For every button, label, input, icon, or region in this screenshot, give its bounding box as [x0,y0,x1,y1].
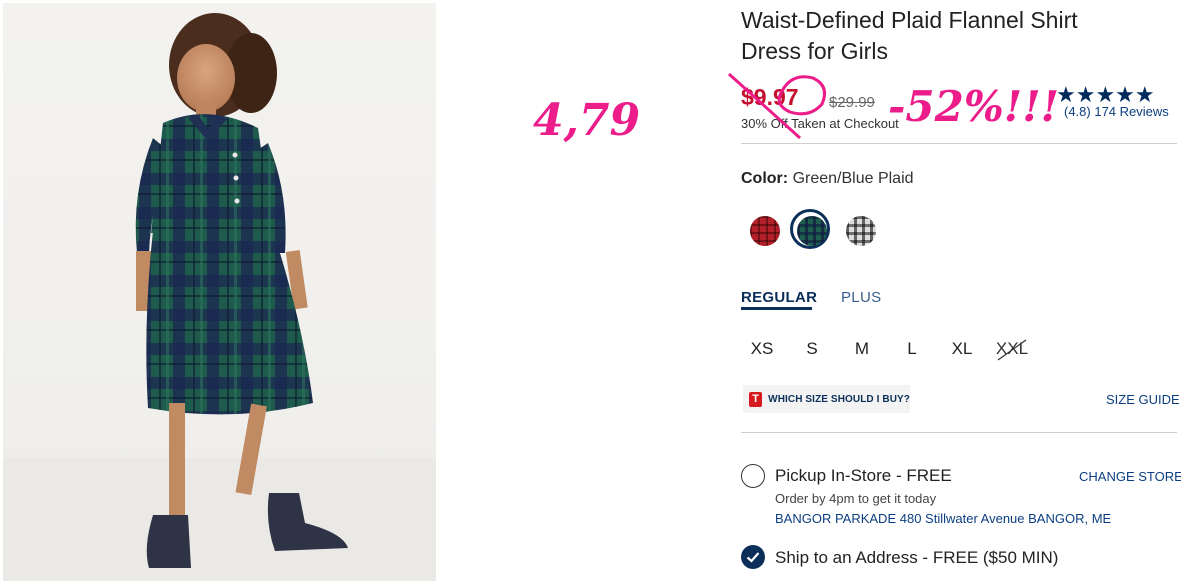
tab-plus[interactable]: PLUS [841,289,881,306]
sale-price: $9.97 [741,84,799,110]
annotation-price: 4,79 [533,95,641,146]
pickup-order-by: Order by 4pm to get it today [775,491,937,506]
pickup-radio[interactable] [741,464,765,488]
store-address-link[interactable]: BANGOR PARKADE 480 Stillwater Avenue BAN… [775,511,1111,526]
change-store-link[interactable]: CHANGE STORE [1079,469,1181,484]
swatch-red-plaid[interactable] [750,216,780,246]
product-title-line1: Waist-Defined Plaid Flannel Shirt [741,7,1078,33]
tab-active-underline [741,307,812,310]
product-image [3,3,436,581]
divider [741,432,1177,433]
size-l[interactable]: L [892,339,932,359]
swatch-green-blue-plaid[interactable] [797,216,827,246]
size-help-logo-icon: T [749,391,763,407]
tab-regular[interactable]: REGULAR [741,289,817,306]
size-s[interactable]: S [792,339,832,359]
color-label-row: Color: Green/Blue Plaid [741,170,914,188]
color-value: Green/Blue Plaid [792,170,914,187]
size-help-button[interactable]: T WHICH SIZE SHOULD I BUY? [743,385,910,413]
product-title: Waist-Defined Plaid Flannel Shirt Dress … [741,5,1161,67]
reviews-link[interactable]: (4.8) 174 Reviews [1064,104,1169,119]
checkout-discount-note: 30% Off Taken at Checkout [741,116,899,131]
pickup-label[interactable]: Pickup In-Store - FREE [775,466,952,486]
size-help-label: WHICH SIZE SHOULD I BUY? [768,393,910,405]
ship-label[interactable]: Ship to an Address - FREE ($50 MIN) [775,548,1058,568]
rating-stars-icon[interactable]: ★★★★★ [1056,84,1155,106]
annotation-discount: -52%!!! [888,82,1060,131]
color-label: Color: [741,170,789,187]
divider [741,143,1177,144]
size-xl[interactable]: XL [942,339,982,359]
size-m[interactable]: M [842,339,882,359]
product-title-line2: Dress for Girls [741,38,888,64]
swatch-black-white-plaid[interactable] [846,216,876,246]
ship-checkmark-icon[interactable] [741,545,765,569]
size-guide-link[interactable]: SIZE GUIDE [1106,392,1180,407]
size-xs[interactable]: XS [742,339,782,359]
original-price: $29.99 [829,94,875,111]
size-xxl[interactable]: XXL [992,339,1032,359]
